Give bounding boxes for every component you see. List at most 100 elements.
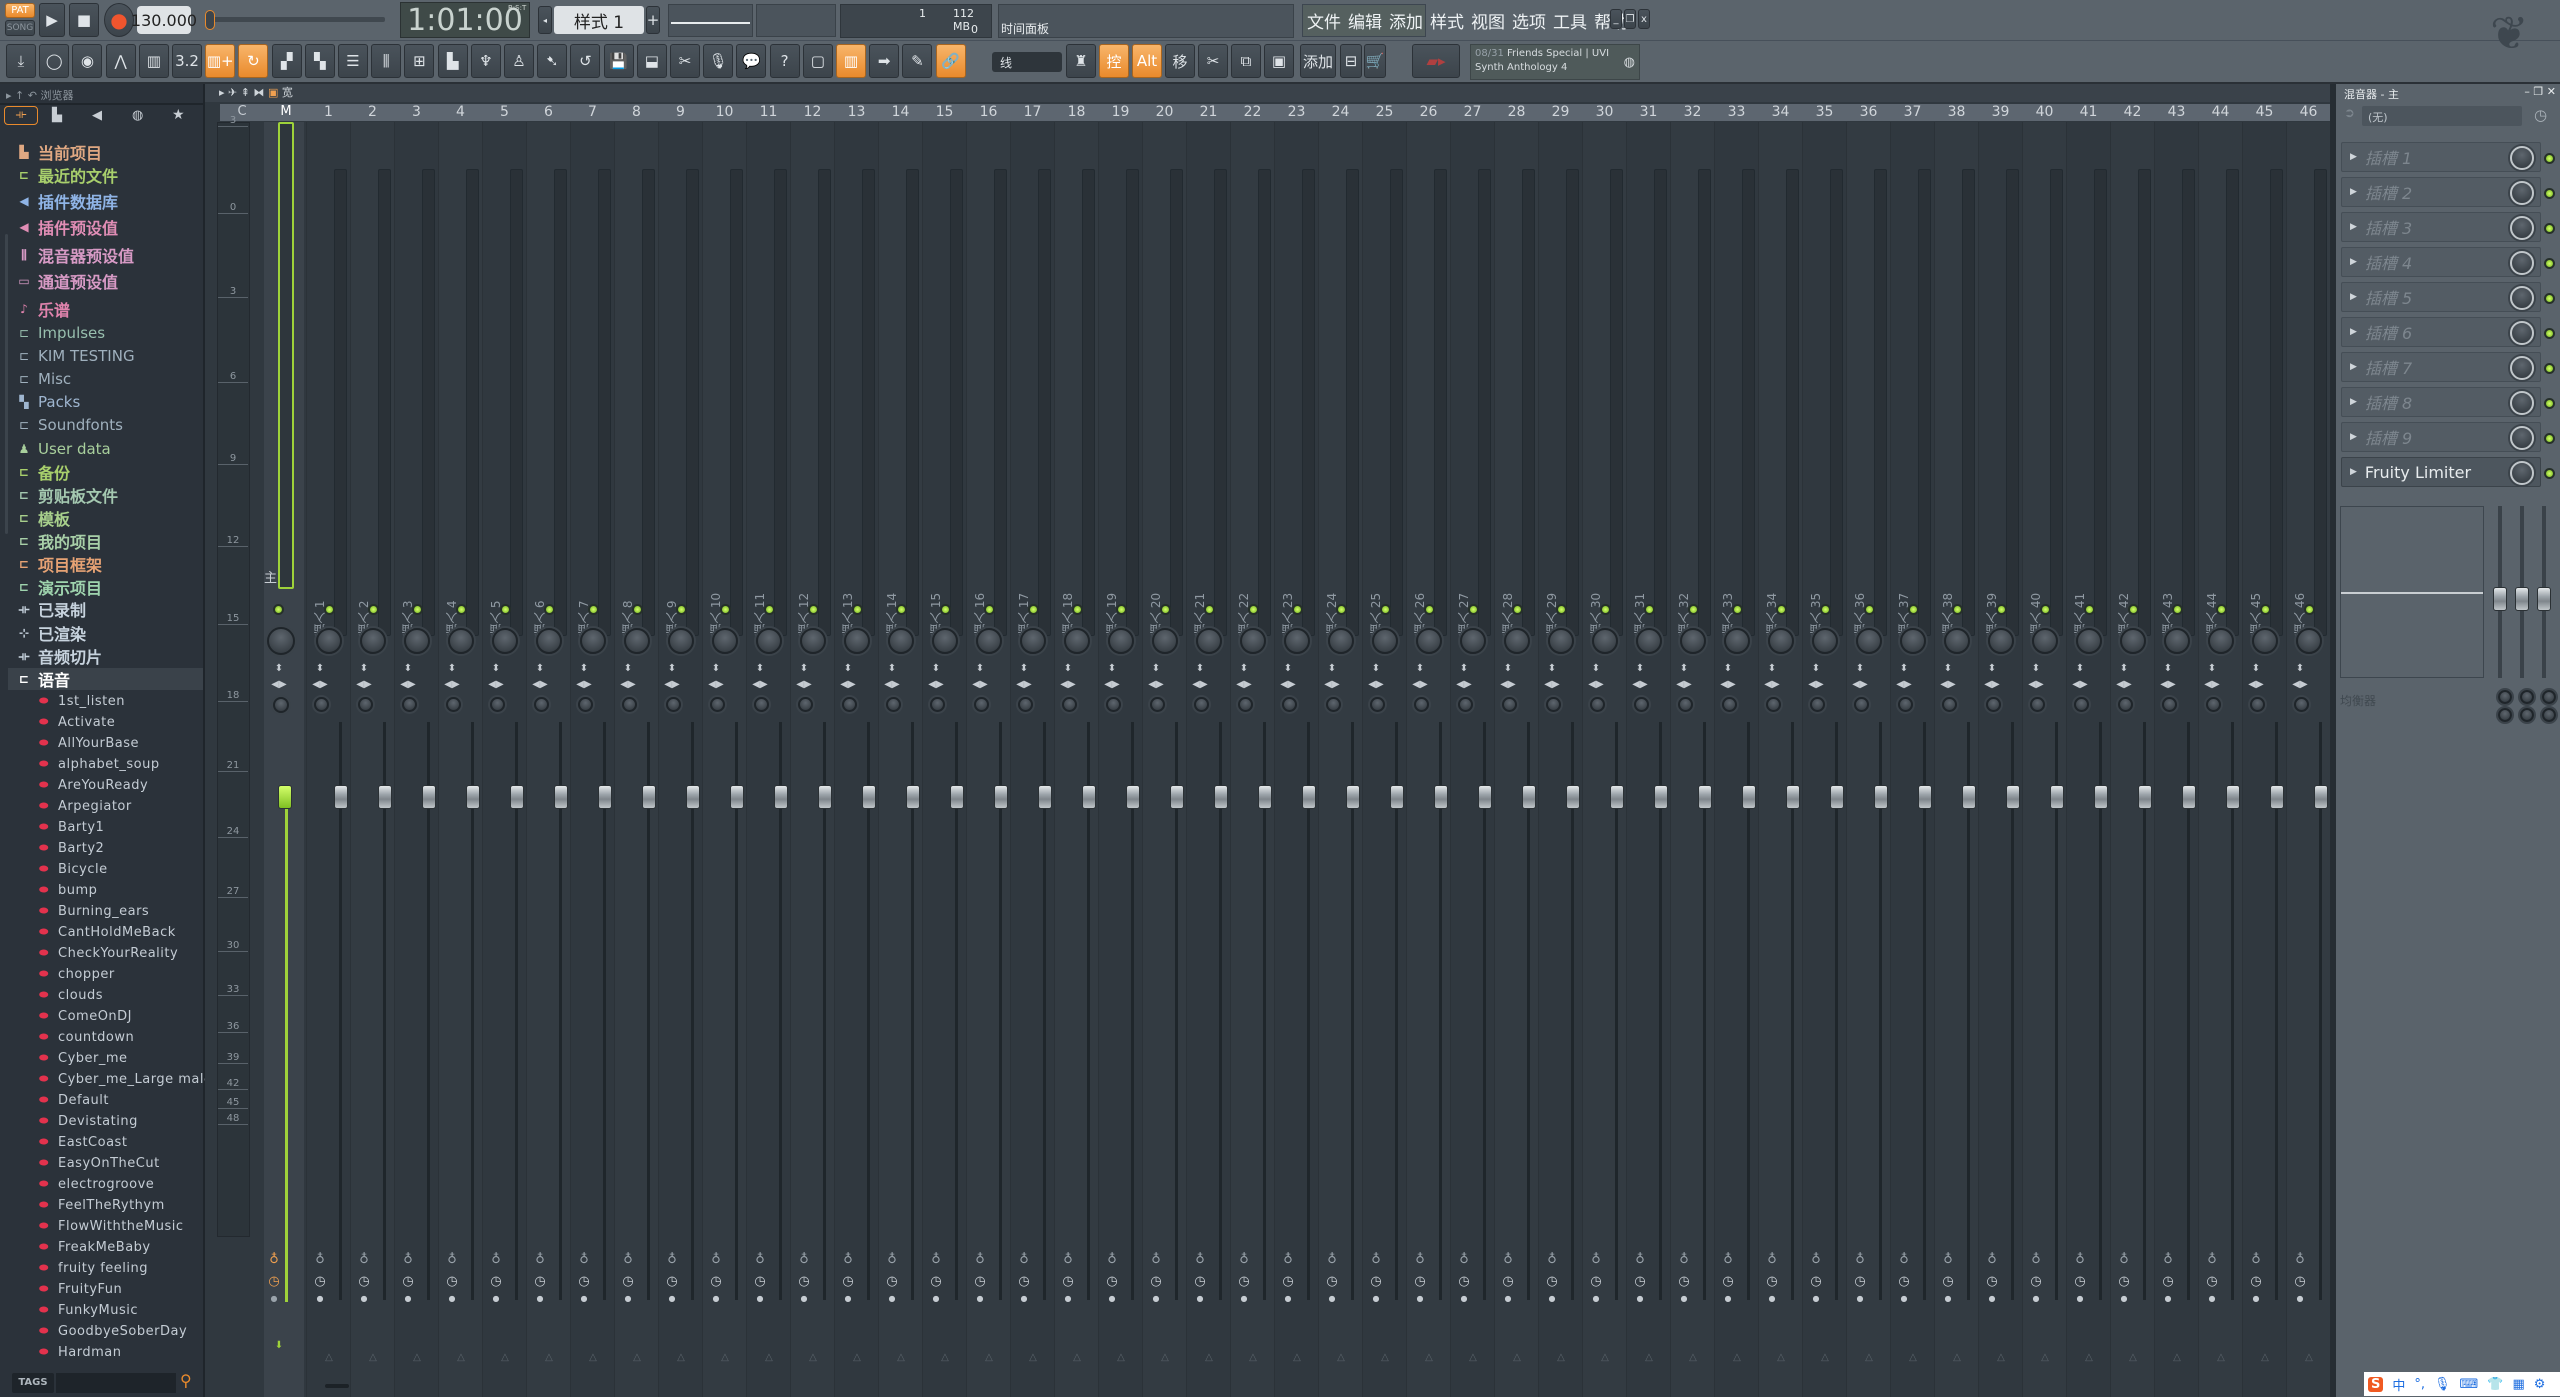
route-dot[interactable]: ●: [1454, 1294, 1474, 1303]
latency-clock-icon[interactable]: ◷: [442, 1274, 462, 1289]
latency-clock-icon[interactable]: ◷: [838, 1274, 858, 1289]
track-sep-knob[interactable]: [1546, 697, 1561, 712]
route-to-master-icon[interactable]: △: [451, 1352, 471, 1363]
track-sep-knob[interactable]: [1634, 697, 1649, 712]
route-dot[interactable]: ●: [2158, 1294, 2178, 1303]
route-to-master-icon[interactable]: △: [1815, 1352, 1835, 1363]
playlist-button[interactable]: ▞: [271, 44, 302, 78]
track-volume-fader[interactable]: [774, 785, 788, 809]
ime-settings-icon[interactable]: ⚙: [2534, 1377, 2546, 1392]
track-pan-knob[interactable]: [1284, 628, 1310, 654]
track-enable-led[interactable]: [632, 604, 643, 615]
voice-file-item[interactable]: ⬬ chopper: [36, 963, 221, 985]
route-dot[interactable]: ●: [1630, 1294, 1650, 1303]
track-volume-fader[interactable]: [1698, 785, 1712, 809]
latency-clock-icon[interactable]: ◷: [1234, 1274, 1254, 1289]
track-enable-led[interactable]: [1336, 604, 1347, 615]
track-sep-knob[interactable]: [358, 697, 373, 712]
mixer-track[interactable]: 41 插入 41 ⬍ ◀▶ ♁ ◷ ● △: [2066, 104, 2110, 1397]
latency-clock-icon[interactable]: ◷: [662, 1274, 682, 1289]
swap-channels-icon[interactable]: ◀▶: [1366, 679, 1386, 690]
track-volume-fader[interactable]: [950, 785, 964, 809]
voice-file-item[interactable]: ⬬ clouds: [36, 984, 221, 1006]
slot-mix-knob[interactable]: [2510, 286, 2534, 310]
step-sequencer-button[interactable]: ▚: [304, 44, 335, 78]
record-arm-icon[interactable]: ♁: [970, 1252, 990, 1267]
track-enable-led[interactable]: [1820, 604, 1831, 615]
alt-button[interactable]: Alt: [1132, 44, 1162, 78]
record-arm-icon[interactable]: ♁: [926, 1252, 946, 1267]
voice-file-item[interactable]: ⬬ FlowWiththeMusic: [36, 1215, 221, 1237]
slot-mix-knob[interactable]: [2510, 391, 2534, 415]
record-arm-icon[interactable]: ♁: [442, 1252, 462, 1267]
swap-channels-icon[interactable]: ◀▶: [1278, 679, 1298, 690]
stereo-separation-icon[interactable]: ⬍: [1806, 663, 1826, 674]
record-arm-icon[interactable]: ♁: [1762, 1252, 1782, 1267]
swap-channels-icon[interactable]: ◀▶: [442, 679, 462, 690]
mixer-button[interactable]: ⫼: [371, 44, 402, 78]
track-volume-fader[interactable]: [1918, 785, 1932, 809]
stereo-separation-icon[interactable]: ⬍: [354, 663, 374, 674]
track-volume-fader[interactable]: [1434, 785, 1448, 809]
mixer-hscrollbar[interactable]: [325, 1384, 349, 1388]
track-volume-fader[interactable]: [2182, 785, 2196, 809]
song-mode-button[interactable]: SONG: [5, 20, 35, 36]
voice-file-item[interactable]: ⬬ Arpegiator: [36, 795, 221, 817]
swap-channels-icon[interactable]: ◀▶: [2026, 679, 2046, 690]
track-sep-knob[interactable]: [2074, 697, 2089, 712]
mixer-track[interactable]: 42 插入 42 ⬍ ◀▶ ♁ ◷ ● △: [2110, 104, 2154, 1397]
track-volume-fader[interactable]: [510, 785, 524, 809]
search-icon[interactable]: ⚲: [180, 1371, 192, 1390]
swap-channels-icon[interactable]: ◀▶: [2070, 679, 2090, 690]
voice-file-item[interactable]: ⬬ alphabet_soup: [36, 753, 221, 775]
track-volume-fader[interactable]: [1566, 785, 1580, 809]
track-enable-led[interactable]: [1028, 604, 1039, 615]
latency-clock-icon[interactable]: ◷: [1806, 1274, 1826, 1289]
track-sep-knob[interactable]: [666, 697, 681, 712]
latency-clock-icon[interactable]: ◷: [354, 1274, 374, 1289]
shop-button[interactable]: 🛒: [1364, 44, 1386, 78]
route-dot[interactable]: ●: [2290, 1294, 2310, 1303]
stereo-separation-icon[interactable]: ⬍: [706, 663, 726, 674]
route-dot[interactable]: ●: [706, 1294, 726, 1303]
mixer-track[interactable]: 8 插入 8 ⬍ ◀▶ ♁ ◷ ● △: [614, 104, 658, 1397]
stereo-separation-icon[interactable]: ⬍: [574, 663, 594, 674]
record-arm-icon[interactable]: ♁: [1146, 1252, 1166, 1267]
track-pan-knob[interactable]: [2296, 628, 2322, 654]
record-arm-icon[interactable]: ♁: [2158, 1252, 2178, 1267]
track-sep-knob[interactable]: [974, 697, 989, 712]
stop-button[interactable]: ■: [69, 3, 99, 37]
track-volume-fader[interactable]: [2050, 785, 2064, 809]
stereo-separation-icon[interactable]: ⬍: [486, 663, 506, 674]
mixer-track[interactable]: 25 插入 25 ⬍ ◀▶ ♁ ◷ ● △: [1362, 104, 1406, 1397]
route-to-master-icon[interactable]: △: [1859, 1352, 1879, 1363]
browser-item[interactable]: ⊏ Misc: [16, 368, 201, 390]
track-volume-fader[interactable]: [554, 785, 568, 809]
route-dot[interactable]: ●: [1850, 1294, 1870, 1303]
chat-button[interactable]: 💬: [736, 44, 767, 78]
latency-clock-icon[interactable]: ◷: [2114, 1274, 2134, 1289]
master-pitch-handle[interactable]: [205, 10, 215, 30]
track-enable-led[interactable]: [1908, 604, 1919, 615]
track-sep-knob[interactable]: [1458, 697, 1473, 712]
swap-channels-icon[interactable]: ◀▶: [1718, 679, 1738, 690]
browser-item[interactable]: ⊏ 演示项目: [16, 576, 201, 598]
voice-file-item[interactable]: ⬬ Barty2: [36, 837, 221, 859]
voice-file-item[interactable]: ⬬ EastCoast: [36, 1131, 221, 1153]
track-enable-led[interactable]: [1644, 604, 1655, 615]
swap-channels-icon[interactable]: ◀▶: [1322, 679, 1342, 690]
swap-channels-icon[interactable]: ◀▶: [1938, 679, 1958, 690]
track-enable-led[interactable]: [676, 604, 687, 615]
record-arm-icon[interactable]: ♁: [882, 1252, 902, 1267]
track-enable-led[interactable]: [1996, 604, 2007, 615]
track-volume-fader[interactable]: [2094, 785, 2108, 809]
voice-file-item[interactable]: ⬬ ComeOnDJ: [36, 1005, 221, 1027]
stereo-separation-icon[interactable]: ⬍: [2290, 663, 2310, 674]
news-thumbnail-button[interactable]: ▰▸: [1412, 44, 1460, 78]
voice-file-item[interactable]: ⬬ GoodbyeSoberDay: [36, 1320, 221, 1342]
help-pointer-button[interactable]: ♙: [504, 44, 534, 78]
track-volume-fader[interactable]: [1742, 785, 1756, 809]
browser-item[interactable]: ⊏ 剪贴板文件: [16, 484, 201, 506]
track-sep-knob[interactable]: [1106, 697, 1121, 712]
track-enable-led[interactable]: [1204, 604, 1215, 615]
